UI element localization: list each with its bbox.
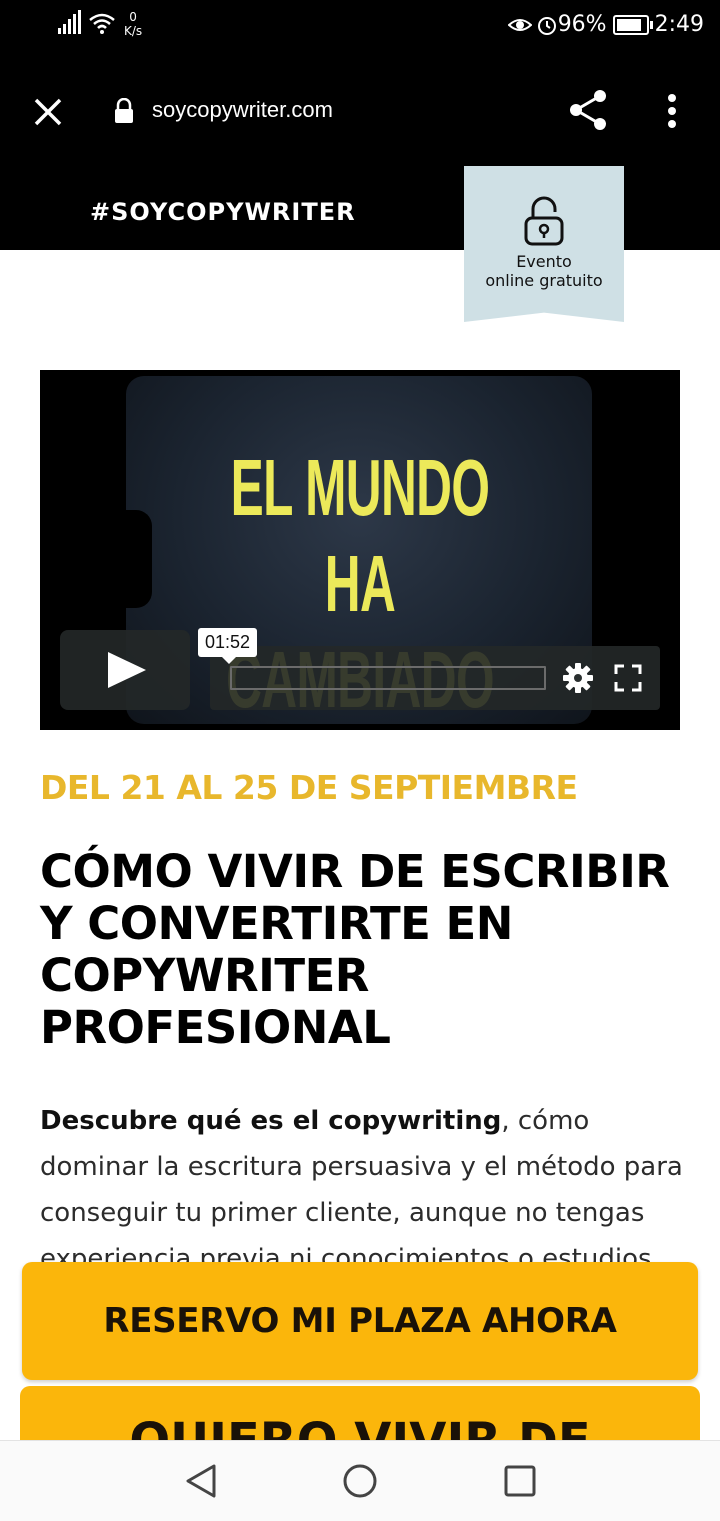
- page-headline: CÓMO VIVIR DE ESCRIBIR Y CONVERTIRTE EN …: [40, 845, 670, 1054]
- brand-logo-text[interactable]: #SOYCOPYWRITER: [90, 198, 356, 226]
- fullscreen-icon[interactable]: [614, 664, 642, 692]
- lock-icon: [115, 98, 133, 123]
- film-notch: [116, 510, 152, 608]
- description-bold: Descubre qué es el copywriting: [40, 1106, 502, 1136]
- unlock-icon: [524, 196, 564, 246]
- secondary-cta-button[interactable]: QUIERO VIVIR DE: [20, 1386, 700, 1446]
- reserve-seat-button[interactable]: RESERVO MI PLAZA AHORA: [22, 1262, 698, 1380]
- status-right: 96% 2:49: [507, 12, 704, 37]
- battery-percent: 96%: [557, 12, 607, 37]
- home-nav-icon[interactable]: [342, 1463, 378, 1499]
- eye-comfort-icon: [507, 18, 532, 31]
- battery-icon: [612, 14, 653, 35]
- settings-gear-icon[interactable]: [562, 662, 594, 694]
- url-text[interactable]: soycopywriter.com: [152, 97, 333, 123]
- network-speed: 0 K/s: [124, 10, 142, 38]
- clock: 2:49: [654, 12, 704, 37]
- status-bar: 0 K/s 96% 2:49: [0, 0, 720, 56]
- network-speed-unit: K/s: [124, 24, 143, 38]
- system-nav-bar: [0, 1440, 720, 1521]
- signal-icon: [58, 10, 81, 34]
- play-button[interactable]: [60, 630, 190, 710]
- event-badge-line1: Evento: [516, 252, 572, 271]
- video-progress-bar[interactable]: [230, 666, 546, 690]
- event-badge-line2: online gratuito: [485, 271, 603, 290]
- wifi-icon: [89, 13, 115, 34]
- recents-nav-icon[interactable]: [504, 1465, 536, 1497]
- play-icon: [108, 652, 146, 688]
- status-left: 0 K/s: [58, 10, 142, 38]
- share-icon[interactable]: [566, 88, 610, 132]
- event-dates: DEL 21 AL 25 DE SEPTIEMBRE: [40, 768, 578, 807]
- alarm-icon: [537, 16, 556, 35]
- video-controls: [210, 646, 660, 710]
- close-icon[interactable]: [28, 92, 68, 132]
- time-tooltip: 01:52: [198, 628, 258, 664]
- more-options-icon[interactable]: [664, 92, 680, 132]
- network-speed-value: 0: [129, 10, 137, 24]
- back-nav-icon[interactable]: [184, 1463, 218, 1499]
- video-title-line1: EL MUNDO: [230, 443, 490, 532]
- event-badge-text: Evento online gratuito: [464, 252, 624, 290]
- browser-toolbar: soycopywriter.com: [0, 56, 720, 166]
- video-player[interactable]: EL MUNDO HA CAMBIADO 01:52: [40, 370, 680, 730]
- event-badge: Evento online gratuito: [464, 166, 624, 322]
